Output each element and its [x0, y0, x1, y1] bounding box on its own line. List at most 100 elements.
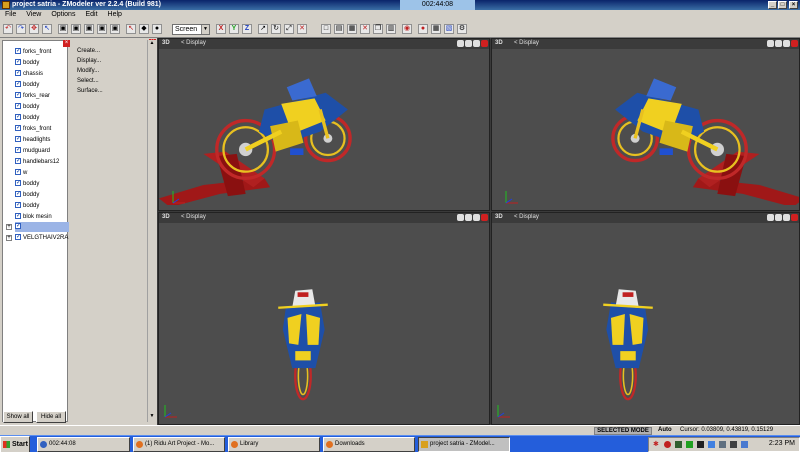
light-icon[interactable]: ●	[418, 24, 428, 34]
checkbox-icon[interactable]: ✓	[15, 70, 21, 77]
expand-icon[interactable]: +	[6, 235, 12, 241]
command-create[interactable]: Create...	[77, 48, 100, 54]
paste-icon[interactable]: ▥	[386, 24, 396, 34]
connection-icon[interactable]	[741, 441, 748, 448]
checkbox-icon[interactable]: ✓	[15, 81, 21, 88]
record-icon[interactable]	[664, 441, 671, 448]
taskbar-item-downloads[interactable]: Downloads	[323, 437, 415, 452]
tree-item[interactable]: ✓ handlebars12	[15, 157, 69, 167]
viewport-display-menu[interactable]: < Display	[514, 214, 539, 220]
viewport-bottom-right[interactable]: 3D < Display	[491, 212, 800, 425]
checkbox-icon[interactable]: ✓	[15, 202, 21, 209]
layer3-icon[interactable]: ▣	[84, 24, 94, 34]
command-scrollbar[interactable]: ▲ ▼	[147, 40, 156, 422]
bluetooth-icon[interactable]	[708, 441, 715, 448]
taskbar-item-firefox[interactable]: (1) Ridu Art Project - Mo...	[133, 437, 225, 452]
texture-icon[interactable]: ▦	[431, 24, 441, 34]
start-button[interactable]: Start	[0, 436, 30, 452]
camera-icon[interactable]	[767, 40, 774, 47]
antivirus-icon[interactable]: ✱	[653, 441, 660, 448]
tree-item[interactable]: ✓ chassis	[15, 69, 69, 79]
tree-item[interactable]: ✓ VELGTHAIV2RA	[15, 233, 69, 243]
tree-item[interactable]: ✓ boddy	[15, 58, 69, 68]
checkbox-icon[interactable]: ✓	[15, 125, 21, 132]
zoom-icon[interactable]	[783, 40, 790, 47]
layer2-icon[interactable]: ▣	[71, 24, 81, 34]
move-icon[interactable]: ✥	[29, 24, 39, 34]
menu-view[interactable]: View	[21, 10, 46, 18]
viewport-bottom-left[interactable]: 3D < Display	[158, 212, 490, 425]
maximize-icon[interactable]	[481, 214, 488, 221]
taskbar-item-library[interactable]: Library	[228, 437, 320, 452]
checkbox-icon[interactable]: ✓	[15, 59, 21, 66]
taskbar-item-timer[interactable]: 002:44:08	[37, 437, 130, 452]
selection-mode-indicator[interactable]: SELECTED MODE	[594, 427, 652, 435]
monitor-icon[interactable]	[719, 441, 726, 448]
checkbox-icon[interactable]: ✓	[15, 103, 21, 110]
checkbox-icon[interactable]: ✓	[15, 169, 21, 176]
camera-icon[interactable]	[767, 214, 774, 221]
expand-icon[interactable]: +	[6, 224, 12, 230]
zoom-icon[interactable]	[473, 214, 480, 221]
menu-edit[interactable]: Edit	[80, 10, 102, 18]
menu-help[interactable]: Help	[103, 10, 127, 18]
transform-icon[interactable]: ↗	[258, 24, 268, 34]
tree-item[interactable]: ✓ mudguard	[15, 146, 69, 156]
network-icon[interactable]	[675, 441, 682, 448]
undo-icon[interactable]: ↶	[3, 24, 13, 34]
tree-item[interactable]: ✓ forks_front	[15, 47, 69, 57]
tree-item[interactable]: ✓ boddy	[15, 190, 69, 200]
options-icon[interactable]: ⚙	[457, 24, 467, 34]
nvidia-icon[interactable]	[686, 441, 693, 448]
maximize-icon[interactable]	[791, 214, 798, 221]
sphere-icon[interactable]: ●	[152, 24, 162, 34]
hand-icon[interactable]	[465, 214, 472, 221]
checkbox-icon[interactable]: ✓	[15, 92, 21, 99]
tree-item-selected[interactable]: ✓	[15, 222, 69, 232]
tree-item[interactable]: ✓ w	[15, 168, 69, 178]
system-clock[interactable]: 2:23 PM	[769, 440, 795, 447]
zoom-icon[interactable]	[783, 214, 790, 221]
maximize-button[interactable]: □	[778, 1, 787, 9]
tree-item[interactable]: ✓ boddy	[15, 102, 69, 112]
tree-item[interactable]: ✓ forks_rear	[15, 91, 69, 101]
view-mode-select[interactable]: Screen ▼	[172, 24, 210, 35]
checkbox-icon[interactable]: ✓	[15, 48, 21, 55]
select-icon[interactable]: ↖	[42, 24, 52, 34]
tree-item[interactable]: ✓ boddy	[15, 80, 69, 90]
zoom-icon[interactable]	[473, 40, 480, 47]
pointer-icon[interactable]: ↖	[126, 24, 136, 34]
tree-item[interactable]: ✓ boddy	[15, 201, 69, 211]
save-file-icon[interactable]: ▦	[347, 24, 357, 34]
checkbox-icon[interactable]: ✓	[15, 158, 21, 165]
checkbox-icon[interactable]: ✓	[15, 147, 21, 154]
axis-y-icon[interactable]: Y	[229, 24, 239, 34]
show-all-button[interactable]: Show all	[3, 411, 33, 423]
minimize-button[interactable]: _	[768, 1, 777, 9]
menu-options[interactable]: Options	[46, 10, 80, 18]
axis-x-icon[interactable]: X	[216, 24, 226, 34]
camera-icon[interactable]	[457, 214, 464, 221]
checkbox-icon[interactable]: ✓	[15, 213, 21, 220]
checkbox-icon[interactable]: ✓	[15, 136, 21, 143]
open-file-icon[interactable]: ▤	[334, 24, 344, 34]
scale-icon[interactable]: ⤢	[284, 24, 294, 34]
viewport-top-left[interactable]: 3D < Display	[158, 38, 490, 211]
material-icon[interactable]: ▧	[444, 24, 454, 34]
layer4-icon[interactable]: ▣	[97, 24, 107, 34]
axis-z-icon[interactable]: Z	[242, 24, 252, 34]
layer5-icon[interactable]: ▣	[110, 24, 120, 34]
tree-item[interactable]: ✓ headlights	[15, 135, 69, 145]
close-icon[interactable]: ×	[63, 40, 70, 47]
viewport-top-right[interactable]: 3D < Display	[491, 38, 800, 211]
command-modify[interactable]: Modify...	[77, 68, 99, 74]
tree-item[interactable]: ✓ froks_front	[15, 124, 69, 134]
copy-icon[interactable]: ❐	[373, 24, 383, 34]
checkbox-icon[interactable]: ✓	[15, 234, 21, 241]
maximize-icon[interactable]	[791, 40, 798, 47]
hide-all-button[interactable]: Hide all	[36, 411, 66, 423]
render-icon[interactable]: ◉	[402, 24, 412, 34]
checkbox-icon[interactable]: ✓	[15, 180, 21, 187]
command-display[interactable]: Display...	[77, 58, 101, 64]
command-select[interactable]: Select...	[77, 78, 99, 84]
